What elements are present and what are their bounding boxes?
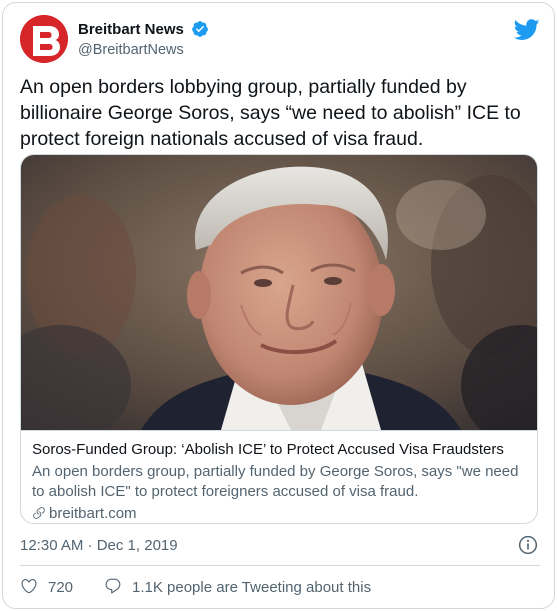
link-icon xyxy=(33,507,45,519)
conversation-button[interactable]: 1.1K people are Tweeting about this xyxy=(104,577,371,596)
card-domain-text[interactable]: breitbart.com xyxy=(49,505,137,522)
card-info[interactable]: Soros-Funded Group: ‘Abolish ICE’ to Pro… xyxy=(21,430,537,523)
tweet-timestamp[interactable]: 12:30 AM · Dec 1, 2019 xyxy=(20,537,178,554)
card-domain[interactable]: breitbart.com xyxy=(32,504,528,523)
like-button[interactable]: 720 xyxy=(20,577,73,596)
author-names: Breitbart News @BreitbartNews xyxy=(78,20,209,58)
like-count: 720 xyxy=(48,579,74,596)
tweet-embed[interactable]: Breitbart News @BreitbartNews An open bo… xyxy=(2,2,555,609)
verified-badge-icon xyxy=(192,21,209,37)
tweet-text: An open borders lobbying group, partiall… xyxy=(20,76,521,150)
heart-icon xyxy=(21,579,37,594)
portrait-photo xyxy=(21,155,537,430)
card-title[interactable]: Soros-Funded Group: ‘Abolish ICE’ to Pro… xyxy=(32,440,528,460)
reply-icon xyxy=(105,578,121,594)
tweet-header: Breitbart News @BreitbartNews xyxy=(20,15,540,67)
avatar[interactable] xyxy=(20,15,68,63)
breitbart-logo-icon xyxy=(20,15,68,63)
link-card[interactable]: Soros-Funded Group: ‘Abolish ICE’ to Pro… xyxy=(20,154,538,524)
divider xyxy=(20,565,540,566)
info-icon[interactable] xyxy=(518,535,538,555)
card-image[interactable] xyxy=(21,155,537,430)
card-description: An open borders group, partially funded … xyxy=(32,463,519,500)
twitter-bird-icon[interactable] xyxy=(514,19,540,41)
author-display-name[interactable]: Breitbart News xyxy=(78,21,184,38)
author-handle[interactable]: @BreitbartNews xyxy=(78,42,209,58)
conversation-text[interactable]: 1.1K people are Tweeting about this xyxy=(132,579,371,596)
